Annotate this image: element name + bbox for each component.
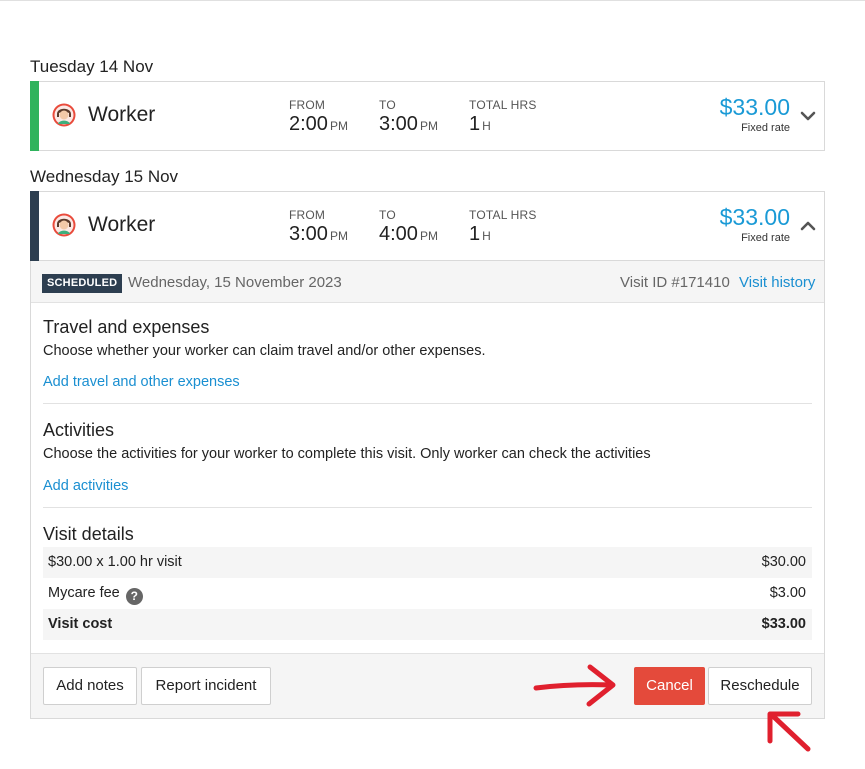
visit-rate-row: $30.00 x 1.00 hr visit $30.00 (43, 547, 812, 578)
to-time: 3:00 (379, 113, 418, 135)
to-suffix: PM (419, 229, 438, 243)
visit-actions-footer: Add notes Report incident Cancel Resched… (31, 653, 824, 718)
price-amount: $33.00 (719, 94, 790, 120)
from-suffix: PM (329, 119, 348, 133)
from-column: FROM 2:00 PM (289, 98, 348, 136)
from-label: FROM (289, 98, 326, 112)
visit-rate-label: $30.00 x 1.00 hr visit (48, 554, 182, 570)
total-hours-value: 1 (469, 113, 481, 135)
from-column: FROM 3:00 PM (289, 208, 348, 246)
worker-name: Worker (88, 213, 156, 236)
chevron-down-icon[interactable] (798, 106, 818, 126)
section-divider (43, 507, 812, 508)
visit-status-stripe (30, 191, 39, 261)
visit-details-panel: SCHEDULED Wednesday, 15 November 2023 Vi… (30, 261, 825, 719)
worker-avatar-icon (52, 213, 76, 237)
from-label: FROM (289, 208, 326, 222)
annotation-arrow-right-icon (533, 664, 616, 707)
top-divider (0, 0, 865, 1)
to-suffix: PM (419, 119, 438, 133)
visit-cost-row: Visit cost $33.00 (43, 609, 812, 640)
visit-status-stripe (30, 81, 39, 151)
worker-name: Worker (88, 103, 156, 126)
cancel-button[interactable]: Cancel (634, 667, 705, 705)
rate-type: Fixed rate (741, 232, 790, 244)
visit-card-collapsed[interactable]: Worker FROM 2:00 PM TO 3:00 PM TOTAL HRS 1… (30, 81, 825, 151)
mycare-fee-row: Mycare fee ? $3.00 (43, 578, 812, 609)
visit-details-title: Visit details (43, 524, 134, 544)
visit-cost-value: $33.00 (761, 616, 806, 632)
to-column: TO 3:00 PM (379, 98, 438, 136)
date-heading: Wednesday 15 Nov (30, 167, 179, 186)
total-hours-label: TOTAL HRS (469, 208, 537, 222)
total-hours-column: TOTAL HRS 1H (469, 208, 537, 246)
total-hours-label: TOTAL HRS (469, 98, 537, 112)
visit-price: $33.00 Fixed rate (720, 204, 790, 244)
activities-title: Activities (43, 420, 115, 440)
from-time: 2:00 (289, 113, 328, 135)
price-amount: $33.00 (719, 204, 790, 230)
to-time: 4:00 (379, 223, 418, 245)
add-travel-expenses-link[interactable]: Add travel and other expenses (43, 374, 240, 390)
to-label: TO (379, 98, 396, 112)
rate-type: Fixed rate (741, 122, 790, 134)
visit-cost-label: Visit cost (48, 616, 113, 632)
question-circle-icon[interactable]: ? (125, 588, 143, 605)
worker-avatar-icon (52, 103, 76, 127)
visit-history-link[interactable]: Visit history (739, 274, 815, 291)
chevron-up-icon[interactable] (798, 216, 818, 236)
reschedule-button[interactable]: Reschedule (708, 667, 812, 705)
activities-description: Choose the activities for your worker to… (43, 446, 651, 462)
travel-expenses-title: Travel and expenses (43, 317, 210, 337)
travel-expenses-description: Choose whether your worker can claim tra… (43, 343, 486, 359)
add-notes-button[interactable]: Add notes (43, 667, 137, 705)
report-incident-button[interactable]: Report incident (141, 667, 271, 705)
visit-card-expanded[interactable]: Worker FROM 3:00 PM TO 4:00 PM TOTAL HRS 1… (30, 191, 825, 261)
from-time: 3:00 (289, 223, 328, 245)
date-heading: Tuesday 14 Nov (30, 57, 154, 76)
mycare-fee-label: Mycare fee (48, 585, 120, 601)
status-badge: SCHEDULED (42, 274, 123, 293)
section-divider (43, 403, 812, 404)
visit-full-date: Wednesday, 15 November 2023 (128, 274, 342, 291)
visit-id: Visit ID #171410 (620, 274, 730, 291)
visit-status-bar: SCHEDULED Wednesday, 15 November 2023 Vi… (31, 261, 824, 303)
total-hours-suffix: H (482, 229, 491, 243)
from-suffix: PM (329, 229, 348, 243)
to-column: TO 4:00 PM (379, 208, 438, 246)
total-hours-suffix: H (482, 119, 491, 133)
mycare-fee-value: $3.00 (769, 585, 806, 601)
add-activities-link[interactable]: Add activities (43, 478, 128, 494)
visit-price: $33.00 Fixed rate (720, 94, 790, 134)
to-label: TO (379, 208, 396, 222)
annotation-arrow-up-left-icon (767, 711, 811, 752)
total-hours-column: TOTAL HRS 1H (469, 98, 537, 136)
total-hours-value: 1 (469, 223, 481, 245)
visit-rate-value: $30.00 (761, 554, 806, 570)
